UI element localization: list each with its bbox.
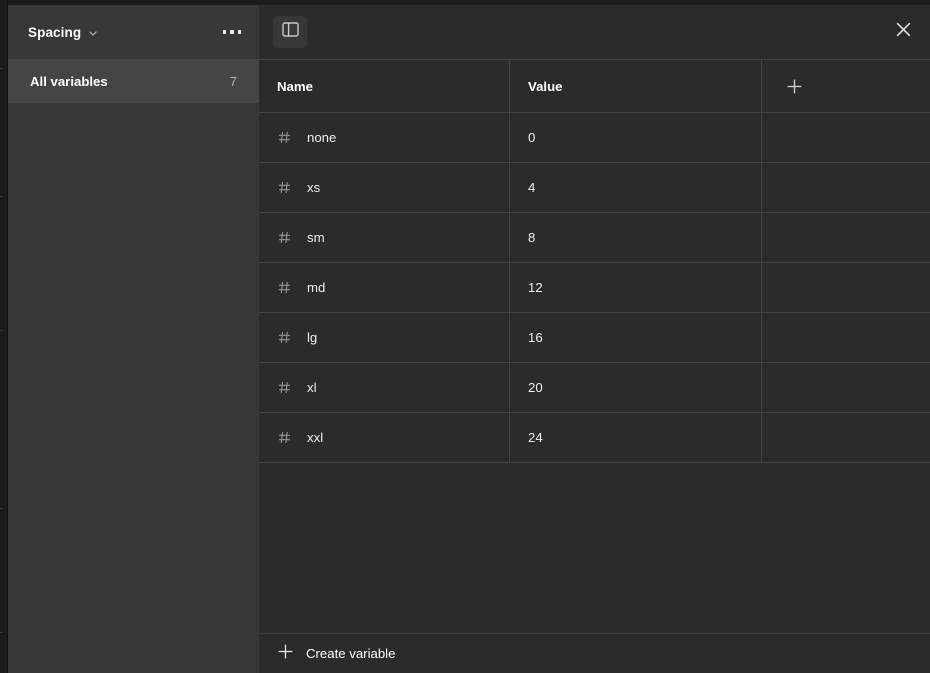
variable-value-label: 0 [528,130,536,145]
variable-extra-cell [762,363,930,412]
variable-value-label: 12 [528,280,543,295]
variable-value-cell[interactable]: 16 [510,313,762,362]
variable-value-cell[interactable]: 4 [510,163,762,212]
variable-value-label: 16 [528,330,543,345]
sidebar-item-all-variables[interactable]: All variables 7 [8,59,259,103]
hash-number-icon [277,331,291,344]
column-header-value[interactable]: Value [510,60,762,112]
plus-icon [786,78,803,95]
variable-name-cell[interactable]: none [259,113,510,162]
canvas-edge-strip [0,0,8,673]
variable-value-cell[interactable]: 0 [510,113,762,162]
kebab-dot [237,30,241,34]
variable-name-label: xxl [307,430,324,445]
variable-name-label: xl [307,380,317,395]
hash-number-icon [277,231,291,244]
hash-number-icon [277,381,291,394]
variable-name-label: sm [307,230,325,245]
variables-panel-window: Spacing All variables 7 Name Value none … [0,0,930,673]
variable-name-cell[interactable]: xxl [259,413,510,462]
chevron-down-icon [88,28,98,38]
plus-icon [277,643,294,665]
variable-extra-cell [762,313,930,362]
collection-name-label: Spacing [28,24,82,40]
variable-value-label: 8 [528,230,536,245]
table-row[interactable]: xs 4 [259,162,930,213]
variable-name-cell[interactable]: lg [259,313,510,362]
collections-sidebar: Spacing All variables 7 [8,5,259,673]
close-icon [895,21,912,43]
collection-overflow-menu-button[interactable] [219,24,246,40]
variable-value-cell[interactable]: 24 [510,413,762,462]
table-row[interactable]: sm 8 [259,212,930,263]
variable-value-label: 24 [528,430,543,445]
variable-name-label: md [307,280,326,295]
variables-table: Name Value none 0 xs 4 sm 8 md 12 lg 16 … [259,59,930,463]
sidebar-item-count: 7 [229,73,237,89]
column-header-value-label: Value [528,78,563,94]
sidebar-item-label: All variables [30,73,108,89]
sidebar-panel-toggle-button[interactable] [273,16,307,48]
variable-value-label: 4 [528,180,536,195]
variable-name-label: none [307,130,337,145]
main-toolbar [259,5,930,59]
table-row[interactable]: md 12 [259,262,930,313]
sidebar-panel-toggle-icon [281,22,299,42]
column-header-add-mode[interactable] [762,60,930,112]
column-header-name-label: Name [277,78,313,94]
hash-number-icon [277,431,291,444]
hash-number-icon [277,181,291,194]
table-row[interactable]: lg 16 [259,312,930,363]
variable-value-cell[interactable]: 12 [510,263,762,312]
variable-extra-cell [762,263,930,312]
table-row[interactable]: xl 20 [259,362,930,413]
create-variable-label: Create variable [306,646,396,661]
variable-extra-cell [762,213,930,262]
variables-main-area: Name Value none 0 xs 4 sm 8 md 12 lg 16 … [259,5,930,673]
variable-value-cell[interactable]: 8 [510,213,762,262]
table-row[interactable]: xxl 24 [259,412,930,463]
variable-value-label: 20 [528,380,543,395]
hash-number-icon [277,131,291,144]
table-row[interactable]: none 0 [259,112,930,163]
variable-extra-cell [762,413,930,462]
variable-name-cell[interactable]: md [259,263,510,312]
variable-extra-cell [762,163,930,212]
variable-name-label: xs [307,180,321,195]
variable-name-cell[interactable]: xl [259,363,510,412]
collection-selector[interactable]: Spacing [28,25,98,40]
table-header-row: Name Value [259,59,930,113]
close-button[interactable] [888,17,918,47]
sidebar-group-list: All variables 7 [8,59,259,103]
variable-name-cell[interactable]: sm [259,213,510,262]
variable-extra-cell [762,113,930,162]
kebab-dot [230,30,234,34]
variable-value-cell[interactable]: 20 [510,363,762,412]
create-variable-button[interactable]: Create variable [259,633,930,673]
sidebar-header: Spacing [8,5,259,59]
kebab-dot [222,30,226,34]
variable-name-label: lg [307,330,318,345]
variable-name-cell[interactable]: xs [259,163,510,212]
column-header-name[interactable]: Name [259,60,510,112]
hash-number-icon [277,281,291,294]
